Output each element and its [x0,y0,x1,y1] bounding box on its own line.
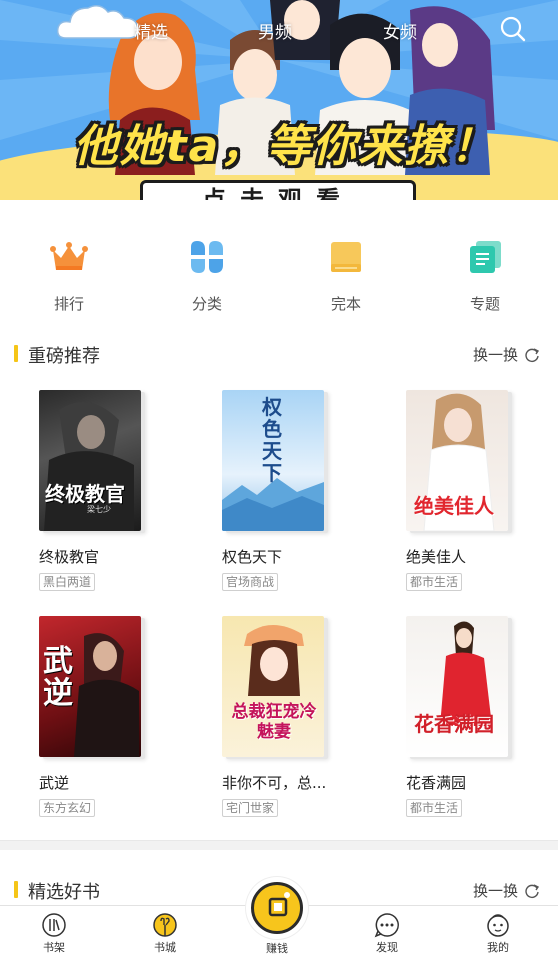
tab-profile[interactable]: 我的 [468,912,528,960]
cover-author: 梁七少 [87,505,111,514]
cover-title: 权色天下 [262,395,282,485]
book-icon [331,242,361,272]
refresh-label: 换一换 [472,882,518,900]
section-title: 重磅推荐 [28,346,100,367]
tab-bookshelf[interactable]: 书架 [24,912,84,960]
category-label: 完本 [330,295,361,313]
section-divider [0,840,558,850]
bookstore-icon [153,913,177,937]
tab-label: 书城 [154,941,176,954]
book-title[interactable]: 武逆 [39,772,179,793]
category-classify[interactable]: 分类 [167,230,247,320]
bookshelf-icon [42,913,66,937]
tab-earn[interactable] [246,877,308,939]
recommend-section-header: 重磅推荐 换一换 [0,339,558,369]
grid-petal-icon [191,241,223,273]
book-card[interactable]: 武逆 武逆 东方玄幻 [39,616,179,826]
book-title[interactable]: 终极教官 [39,546,179,567]
category-label: 排行 [53,295,84,313]
book-genre-tag: 东方玄幻 [39,799,96,817]
cover-title: 绝美佳人 [414,494,494,518]
book-cover[interactable]: 终极教官 梁七少 [39,390,141,531]
book-title[interactable]: 非你不可，总... [222,772,362,793]
book-title[interactable]: 权色天下 [222,546,362,567]
book-cover[interactable]: 花香满园 [406,616,508,757]
book-cover[interactable]: 绝美佳人 [406,390,508,531]
book-genre-tag: 都市生活 [406,799,463,817]
book-cover[interactable]: 总裁狂宠冷魅妻 [222,616,324,757]
tab-label: 书架 [43,941,65,954]
book-genre-tag: 黑白两道 [39,573,96,591]
tab-male[interactable]: 男频 [258,18,292,43]
cover-title: 花香满园 [414,712,494,736]
section-accent-bar [14,881,18,898]
section-title: 精选好书 [28,882,100,903]
book-genre-tag: 官场商战 [222,573,279,591]
cover-title: 武逆 [43,644,73,711]
category-topics[interactable]: 专题 [445,230,525,320]
tab-label: 赚钱 [266,942,288,955]
category-completed[interactable]: 完本 [306,230,386,320]
stack-icon [470,241,501,273]
category-ranking[interactable]: 排行 [29,230,109,320]
profile-icon [487,914,509,937]
book-card[interactable]: 终极教官 梁七少 终极教官 黑白两道 [39,390,179,600]
book-card[interactable]: 总裁狂宠冷魅妻 非你不可，总... 宅门世家 [222,616,362,826]
tab-featured[interactable]: 精选 [134,18,168,43]
cover-title: 总裁狂宠冷魅妻 [231,702,317,742]
coin-icon [251,882,303,934]
section-accent-bar [14,345,18,362]
crown-icon [50,242,88,270]
book-card[interactable]: 花香满园 花香满园 都市生活 [406,616,546,826]
book-title[interactable]: 绝美佳人 [406,546,546,567]
category-label: 分类 [191,295,222,313]
tab-bookstore[interactable]: 书城 [135,912,195,960]
refresh-label: 换一换 [472,346,518,364]
banner-watch-button[interactable]: 点击观看 [140,180,416,200]
refresh-icon [525,347,540,362]
refresh-button[interactable]: 换一换 [473,344,540,365]
tab-label: 我的 [487,941,509,954]
search-icon[interactable] [498,14,528,44]
book-cover[interactable]: 权色天下 [222,390,324,531]
book-genre-tag: 宅门世家 [222,799,279,817]
tab-female[interactable]: 女频 [383,18,417,43]
category-row: 排行 分类 完本 专题 [0,230,558,320]
top-navigation: 精选 男频 女频 [0,0,558,60]
refresh-icon [525,883,540,898]
book-title[interactable]: 花香满园 [406,772,546,793]
book-cover[interactable]: 武逆 [39,616,141,757]
refresh-button[interactable]: 换一换 [473,880,540,901]
book-genre-tag: 都市生活 [406,573,463,591]
cover-title: 终极教官 [45,482,125,506]
book-card[interactable]: 权色天下 权色天下 官场商战 [222,390,362,600]
category-label: 专题 [469,295,500,313]
banner-slogan: 他她ta，等你来撩！ [73,121,497,172]
tab-discover[interactable]: 发现 [357,912,417,960]
book-card[interactable]: 绝美佳人 绝美佳人 都市生活 [406,390,546,600]
tab-label: 发现 [376,941,398,954]
discover-icon [374,913,399,938]
